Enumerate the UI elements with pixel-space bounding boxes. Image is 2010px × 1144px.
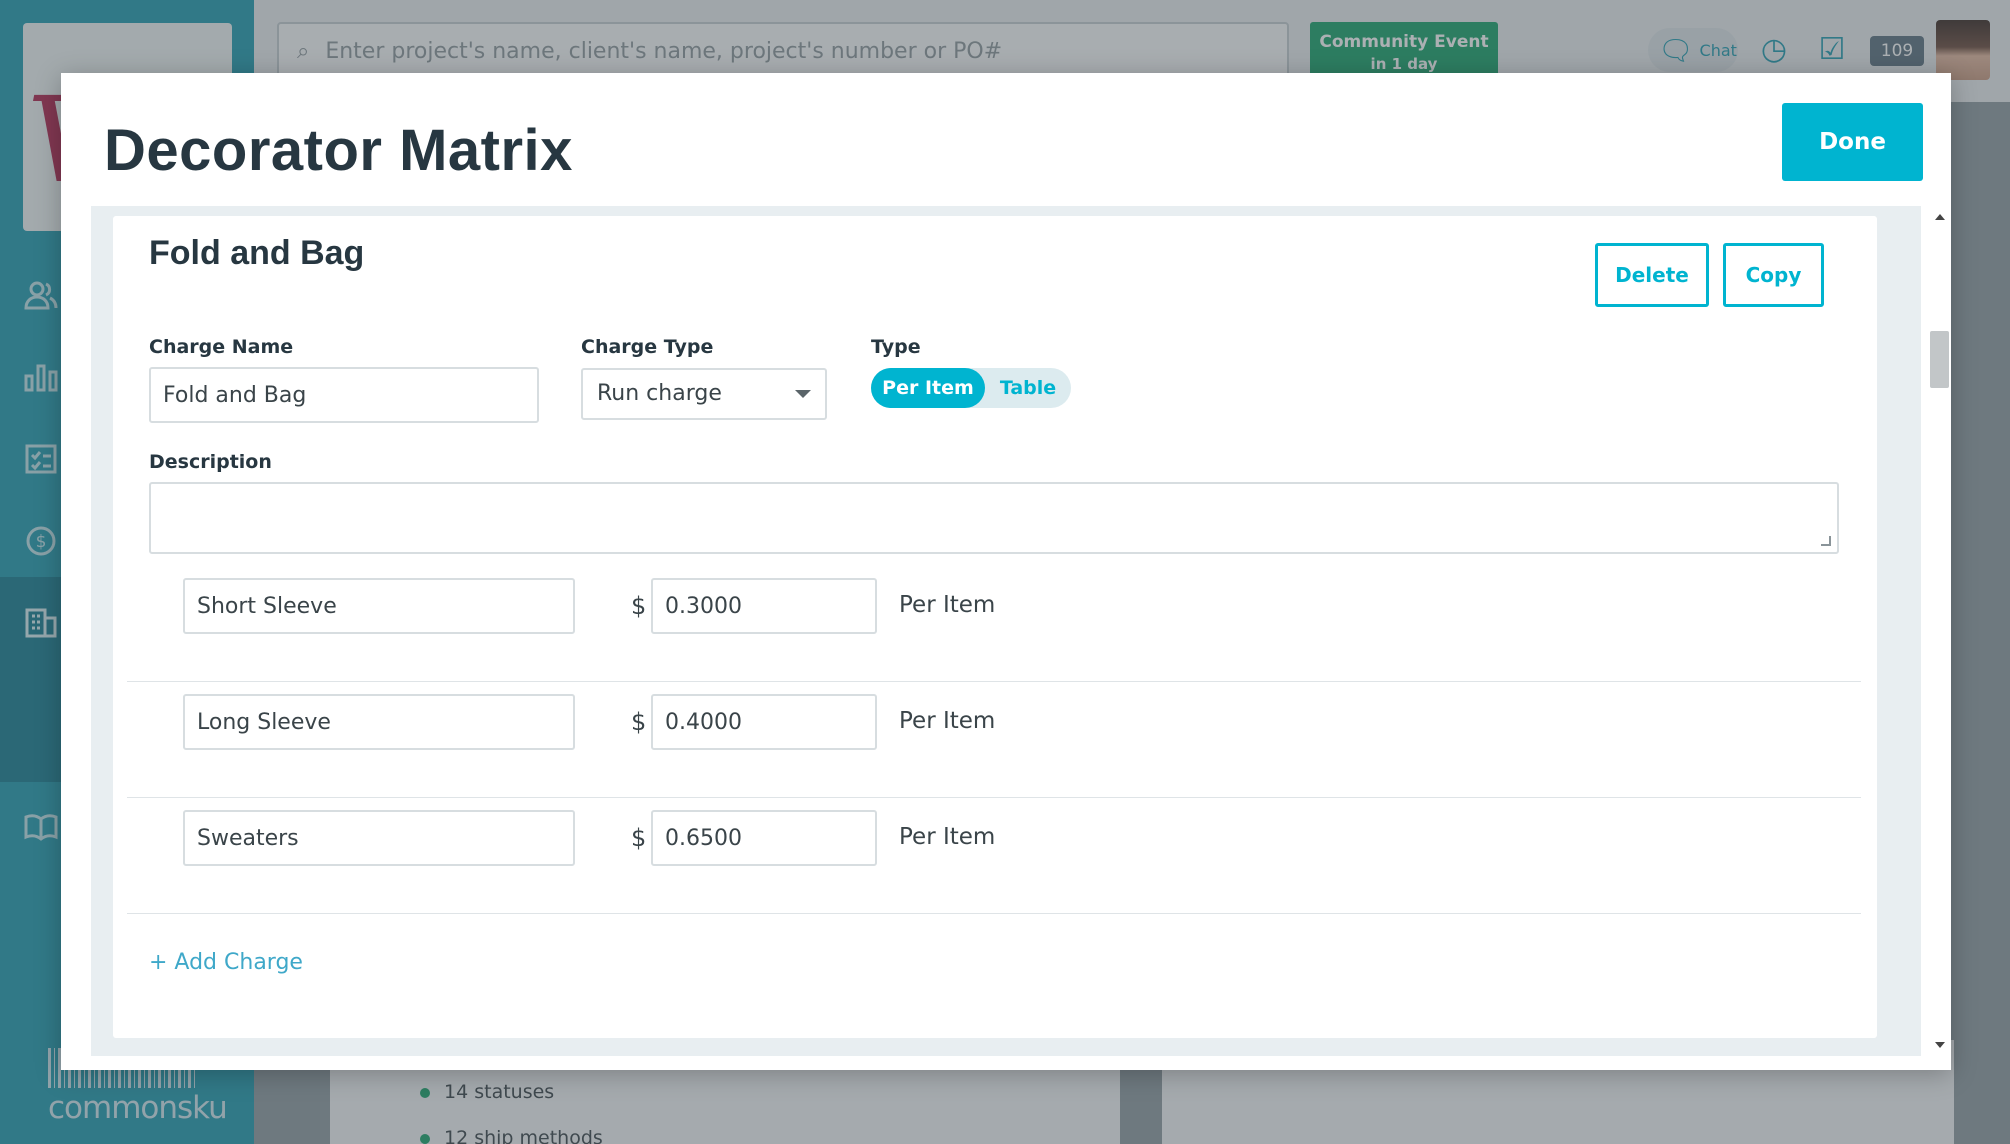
scroll-up-arrow-icon[interactable] — [1935, 214, 1945, 220]
modal-scrollbar[interactable] — [1928, 206, 1952, 1056]
description-label: Description — [149, 451, 272, 473]
chevron-down-icon — [795, 390, 811, 398]
charge-amount-input[interactable] — [651, 578, 877, 634]
currency-symbol: $ — [631, 592, 647, 620]
charge-item-name-input[interactable] — [183, 810, 575, 866]
charge-unit-label: Per Item — [899, 824, 996, 850]
charge-row: $ Per Item — [127, 682, 1861, 798]
charge-amount-input[interactable] — [651, 810, 877, 866]
scroll-down-arrow-icon[interactable] — [1935, 1042, 1945, 1048]
charge-unit-label: Per Item — [899, 592, 996, 618]
type-option-per-item[interactable]: Per Item — [871, 368, 985, 408]
currency-symbol: $ — [631, 824, 647, 852]
currency-symbol: $ — [631, 708, 647, 736]
charge-name-label: Charge Name — [149, 336, 294, 358]
charge-row: $ Per Item — [127, 798, 1861, 914]
charge-item-name-input[interactable] — [183, 694, 575, 750]
done-button[interactable]: Done — [1782, 103, 1923, 181]
decorator-matrix-modal: Decorator Matrix Done Fold and Bag Delet… — [61, 73, 1951, 1070]
type-option-table[interactable]: Table — [985, 368, 1071, 408]
charge-name-input[interactable] — [149, 367, 539, 423]
charge-type-select[interactable]: Run charge — [581, 368, 827, 420]
charge-type-value: Run charge — [597, 381, 722, 406]
charge-type-label: Charge Type — [581, 336, 714, 358]
add-charge-link[interactable]: + Add Charge — [149, 950, 303, 975]
card-title: Fold and Bag — [149, 234, 365, 272]
resize-grip-icon[interactable] — [1821, 536, 1831, 546]
charge-unit-label: Per Item — [899, 708, 996, 734]
charge-item-name-input[interactable] — [183, 578, 575, 634]
type-label: Type — [871, 336, 921, 358]
description-textarea[interactable] — [149, 482, 1839, 554]
modal-title: Decorator Matrix — [104, 118, 573, 183]
scrollbar-thumb[interactable] — [1930, 331, 1949, 388]
charge-amount-input[interactable] — [651, 694, 877, 750]
modal-body: Fold and Bag Delete Copy Charge Name Cha… — [91, 206, 1949, 1056]
charge-card: Fold and Bag Delete Copy Charge Name Cha… — [113, 216, 1877, 1038]
type-toggle: Per Item Table — [871, 368, 1071, 408]
delete-button[interactable]: Delete — [1595, 243, 1709, 307]
copy-button[interactable]: Copy — [1723, 243, 1824, 307]
charge-row: $ Per Item — [127, 566, 1861, 682]
